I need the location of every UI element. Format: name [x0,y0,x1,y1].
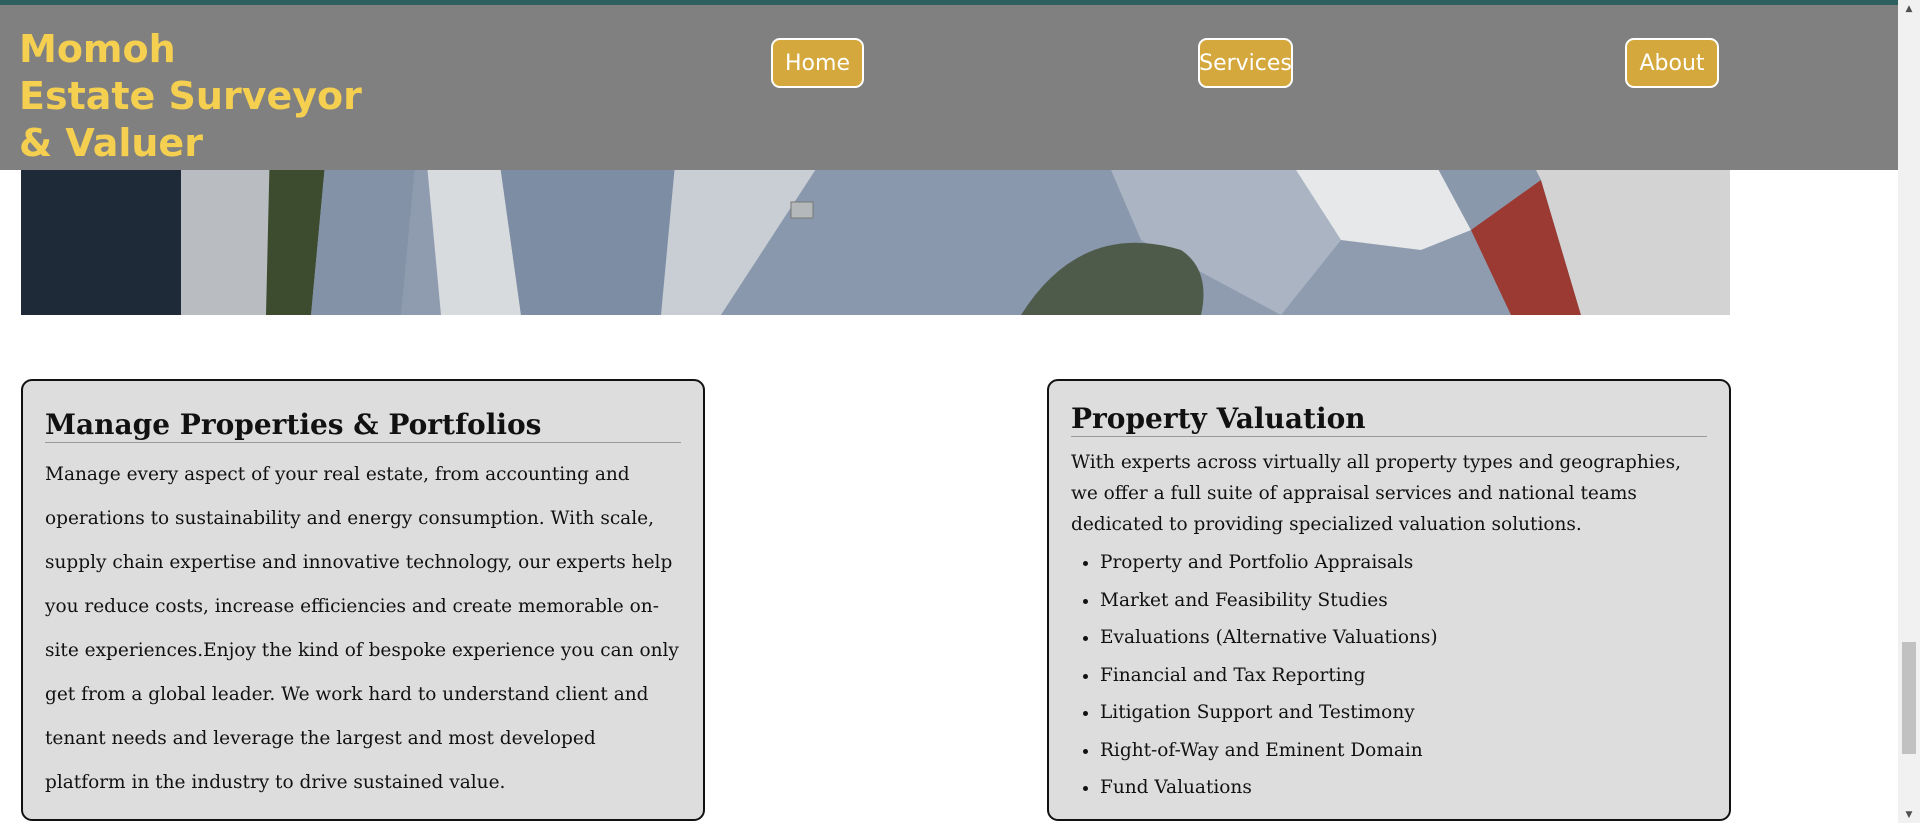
list-item: Right-of-Way and Eminent Domain [1100,732,1707,770]
nav-services-button[interactable]: Services [1198,38,1293,88]
property-valuation-card: Property Valuation With experts across v… [1047,379,1731,821]
card-body-text: Manage every aspect of your real estate,… [45,464,679,793]
brand-line: & Valuer [19,121,203,165]
manage-properties-card: Manage Properties & Portfolios Manage ev… [21,379,705,821]
arrow-up-icon[interactable]: ▲ [1898,0,1920,17]
list-item: Litigation Support and Testimony [1100,694,1707,732]
brand-logo-text: Momoh Estate Surveyor & Valuer [19,26,362,167]
card-title: Property Valuation [1071,402,1707,437]
site-header: Momoh Estate Surveyor & Valuer Home Serv… [0,5,1898,170]
list-item: Evaluations (Alternative Valuations) [1100,619,1707,657]
brand-line: Estate Surveyor [19,74,362,118]
list-item: Market and Feasibility Studies [1100,582,1707,620]
nav-home-button[interactable]: Home [771,38,864,88]
arrow-down-icon[interactable]: ▼ [1898,806,1920,823]
vertical-scrollbar[interactable]: ▲ ▼ [1898,0,1920,823]
card-intro-text: With experts across virtually all proper… [1071,452,1681,535]
list-item: Financial and Tax Reporting [1100,657,1707,695]
card-title: Manage Properties & Portfolios [45,405,681,443]
list-item: Property and Portfolio Appraisals [1100,544,1707,582]
brand-line: Momoh [19,27,176,71]
scrollbar-thumb[interactable] [1902,642,1916,754]
nav-about-button[interactable]: About [1625,38,1719,88]
list-item: Fund Valuations [1100,769,1707,807]
valuation-services-list: Property and Portfolio Appraisals Market… [1071,544,1707,807]
